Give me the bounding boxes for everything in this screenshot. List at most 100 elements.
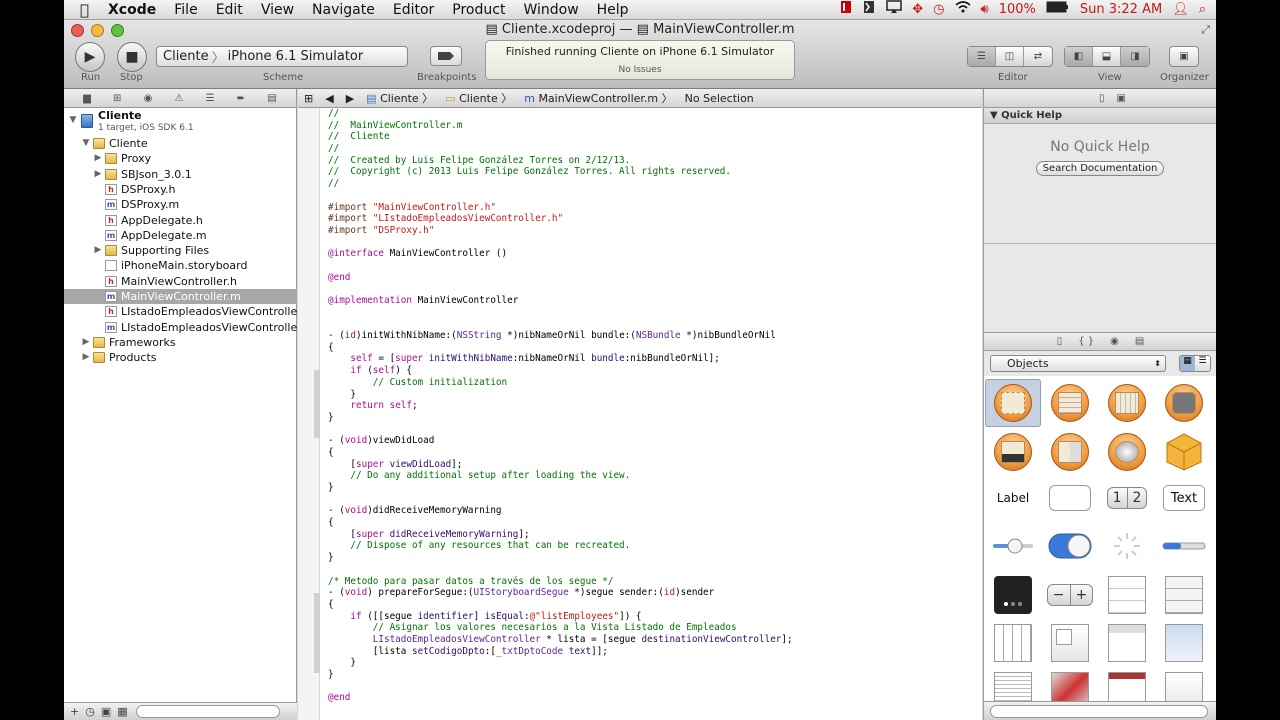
file-tree-item[interactable]: m AppDelegate.m	[64, 228, 297, 243]
battery-percent[interactable]: 100%	[994, 0, 1041, 20]
map-view-object[interactable]	[1042, 667, 1098, 701]
file-tree-item[interactable]: m DSProxy.m	[64, 197, 297, 212]
menu-help[interactable]: Help	[588, 0, 638, 20]
volume-icon[interactable]: 🔊︎	[976, 0, 994, 20]
debug-area-toggle-button[interactable]: ⬓	[1093, 47, 1121, 66]
jump-project[interactable]: ▤ Cliente 〉	[360, 90, 439, 106]
run-button[interactable]: ▶	[75, 42, 105, 72]
code-snippet-library-icon[interactable]: { }	[1078, 336, 1094, 347]
disclosure-closed-icon[interactable]: ▶	[81, 335, 91, 350]
file-tree-item[interactable]: ▶ Supporting Files	[64, 243, 297, 258]
breakpoint-navigator-icon[interactable]: ➨	[237, 93, 245, 104]
stepper-object[interactable]: − +	[1042, 571, 1098, 619]
slider-object[interactable]	[985, 522, 1041, 570]
file-tree-item[interactable]: ▶ Proxy	[64, 151, 297, 166]
source-control-icon[interactable]: ▣	[101, 705, 111, 718]
media-library-icon[interactable]: ▤	[1135, 336, 1144, 347]
battery-icon[interactable]	[1041, 0, 1075, 20]
airplay-icon[interactable]	[881, 0, 907, 21]
breakpoints-button[interactable]	[430, 46, 462, 66]
file-tree-item[interactable]: m LIstadoEmpleadosViewController.m	[64, 320, 315, 335]
table-view-controller-object[interactable]	[1042, 379, 1098, 427]
file-tree-item[interactable]: h AppDelegate.h	[64, 213, 297, 228]
file-tree-item[interactable]: h LIstadoEmpleadosViewController.h	[64, 304, 311, 319]
apple-menu-icon[interactable]: 	[64, 0, 99, 20]
version-editor-button[interactable]: ⇄	[1024, 47, 1052, 66]
scroll-view-object[interactable]	[1156, 667, 1212, 701]
label-object[interactable]: Label	[985, 474, 1041, 522]
clock[interactable]: Sun 3:22 AM	[1075, 0, 1167, 20]
file-tree-item[interactable]: ▶ Products	[64, 350, 297, 365]
navigator-toggle-button[interactable]: ◧	[1065, 47, 1093, 66]
menu-editor[interactable]: Editor	[384, 0, 443, 20]
collection-view-controller-object[interactable]	[1099, 379, 1155, 427]
view-control[interactable]: ◧ ⬓ ◨	[1064, 46, 1150, 67]
list-view-icon[interactable]: ☰	[1195, 356, 1210, 371]
file-tree-item[interactable]: iPhoneMain.storyboard	[64, 258, 297, 273]
menu-view[interactable]: View	[252, 0, 303, 20]
text-field-object[interactable]: Text	[1156, 474, 1212, 522]
organizer-icon[interactable]: ▣	[1170, 47, 1198, 66]
file-tree-item[interactable]: h MainViewController.h	[64, 274, 297, 289]
editor-gutter[interactable]	[298, 108, 320, 720]
wifi-icon[interactable]	[950, 0, 976, 20]
project-root[interactable]: ▼ Cliente 1 target, iOS SDK 6.1	[64, 108, 297, 136]
quick-help-header[interactable]: ▼ Quick Help	[984, 108, 1216, 124]
jump-file[interactable]: m MainViewController.m 〉	[518, 90, 678, 106]
jump-symbol[interactable]: No Selection	[679, 92, 760, 105]
table-view-object[interactable]	[1099, 571, 1155, 619]
image-view-object[interactable]	[1156, 619, 1212, 667]
fold-ribbon[interactable]	[314, 593, 320, 673]
button-object[interactable]	[1042, 474, 1098, 522]
time-machine-icon[interactable]: ◷	[928, 0, 949, 20]
file-template-library-icon[interactable]: ▯	[1057, 336, 1063, 347]
forward-icon[interactable]: ▶	[340, 92, 360, 105]
disclosure-closed-icon[interactable]: ▶	[81, 350, 91, 365]
bookmark-icon[interactable]	[857, 0, 881, 21]
menu-product[interactable]: Product	[443, 0, 514, 20]
quick-help-inspector-icon[interactable]: ▣	[1117, 93, 1126, 104]
file-inspector-icon[interactable]: ▯	[1099, 93, 1105, 104]
object-library-icon[interactable]: ◉	[1110, 336, 1119, 347]
editor-mode-control[interactable]: ☰ ◫ ⇄	[967, 46, 1053, 67]
assistant-editor-button[interactable]: ◫	[996, 47, 1024, 66]
file-tree-item[interactable]: ▼ Cliente	[64, 136, 297, 151]
filter-unsaved-icon[interactable]: ▦	[117, 705, 127, 718]
disclosure-open-icon[interactable]: ▼	[68, 113, 78, 128]
user-icon[interactable]: 👤︎	[1167, 0, 1194, 20]
related-items-icon[interactable]: ⊞	[298, 92, 319, 105]
table-view-cell-object[interactable]	[1156, 571, 1212, 619]
tab-bar-controller-object[interactable]	[985, 428, 1041, 476]
menu-navigate[interactable]: Navigate	[303, 0, 384, 20]
library-view-toggle[interactable]: ▦ ☰	[1179, 355, 1211, 372]
view-controller-object[interactable]	[985, 379, 1041, 427]
menu-window[interactable]: Window	[514, 0, 587, 20]
glkit-view-controller-object[interactable]	[1099, 428, 1155, 476]
object-cube-icon[interactable]	[1156, 428, 1212, 476]
navigator-filter-field[interactable]	[135, 705, 280, 718]
fold-ribbon[interactable]	[314, 370, 320, 438]
library-category-popup[interactable]: Objects ⬍	[990, 355, 1166, 372]
recording-icon[interactable]	[835, 0, 857, 21]
segmented-control-object[interactable]: 12	[1099, 474, 1155, 522]
stop-button[interactable]: ■	[117, 42, 147, 72]
disclosure-closed-icon[interactable]: ▶	[93, 151, 103, 166]
organizer-button[interactable]: ▣	[1169, 46, 1199, 67]
webview-object[interactable]	[1099, 667, 1155, 701]
activity-indicator-object[interactable]	[1099, 522, 1155, 570]
search-documentation-button[interactable]: Search Documentation	[1035, 161, 1165, 176]
symbol-navigator-icon[interactable]: ⊞	[113, 93, 121, 104]
fullscreen-icon[interactable]: ⤢	[1201, 23, 1210, 37]
collection-view-object[interactable]	[985, 619, 1041, 667]
standard-editor-button[interactable]: ☰	[968, 47, 996, 66]
library-filter-field[interactable]	[990, 705, 1208, 718]
back-icon[interactable]: ◀	[319, 92, 339, 105]
file-tree-item[interactable]: ▶ Frameworks	[64, 335, 297, 350]
page-view-controller-object[interactable]	[1042, 428, 1098, 476]
text-view-object[interactable]	[985, 667, 1041, 701]
file-tree-item[interactable]: ▶ SBJson_3.0.1	[64, 167, 297, 182]
disclosure-open-icon[interactable]: ▼	[81, 136, 91, 151]
file-tree-item[interactable]: h DSProxy.h	[64, 182, 297, 197]
code-text[interactable]: //// MainViewController.m// Cliente//// …	[328, 108, 978, 704]
collection-view-cell-object[interactable]	[1042, 619, 1098, 667]
